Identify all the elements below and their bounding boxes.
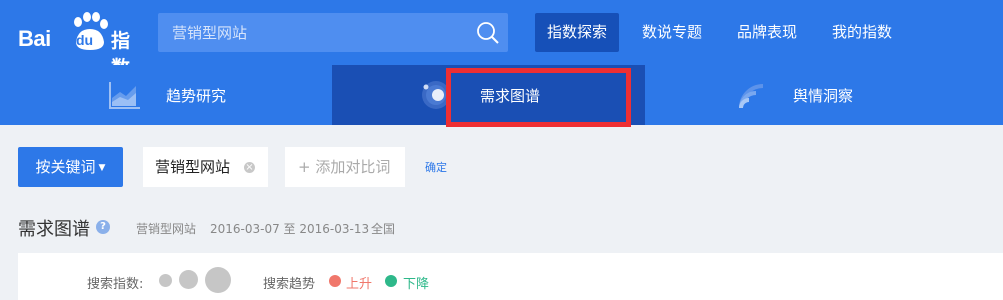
add-compare-keyword-button[interactable]: + 添加对比词 — [285, 147, 405, 187]
trend-down-dot — [385, 275, 397, 287]
nav-item-brand-performance[interactable]: 品牌表现 — [725, 13, 809, 52]
index-size-small-circle — [159, 274, 172, 287]
logo-du: du — [76, 32, 94, 48]
keyword-chip-label: 营销型网站 — [155, 158, 231, 176]
help-icon[interactable]: ? — [96, 220, 110, 234]
dropdown-label: 按关键词 — [35, 158, 96, 176]
tab-label: 舆情洞察 — [793, 87, 854, 105]
index-size-medium-circle — [179, 270, 198, 289]
top-bar: Bai du 指数 指数探索 数说专题 品牌表现 我的指数 — [0, 0, 1003, 79]
index-size-large-circle — [205, 267, 231, 293]
highlight-box — [446, 68, 631, 127]
keyword-chip[interactable]: 营销型网站 × — [143, 147, 268, 187]
meta-region: 全国 — [371, 222, 396, 236]
search-index-label: 搜索指数: — [87, 277, 144, 292]
tab-trend-research[interactable]: 趋势研究 — [0, 65, 332, 125]
logo-text: Bai — [18, 26, 51, 51]
caret-down-icon: ▼ — [98, 163, 106, 173]
meta-keyword: 营销型网站 — [136, 222, 197, 236]
trend-up-dot — [329, 275, 341, 287]
meta-date-range: 2016-03-07 至 2016-03-13 — [210, 222, 370, 236]
trend-down-label: 下降 — [403, 277, 430, 292]
section-title: 需求图谱 — [18, 219, 90, 240]
keyword-mode-dropdown[interactable]: 按关键词 ▼ — [18, 147, 123, 187]
trend-up-label: 上升 — [346, 277, 373, 292]
search-input[interactable] — [158, 13, 468, 52]
nav-item-data-topics[interactable]: 数说专题 — [630, 13, 714, 52]
search-box — [158, 13, 508, 52]
trend-chart-icon — [109, 82, 140, 109]
sentiment-signal-icon — [739, 84, 764, 109]
tab-label: 趋势研究 — [166, 87, 227, 105]
top-nav: 指数探索 数说专题 品牌表现 我的指数 — [535, 13, 915, 52]
search-icon[interactable] — [476, 21, 500, 45]
confirm-link[interactable]: 确定 — [425, 159, 447, 175]
tab-sentiment-insight[interactable]: 舆情洞察 — [645, 65, 1003, 125]
remove-keyword-icon[interactable]: × — [244, 162, 255, 173]
baidu-index-logo[interactable]: Bai du 指数 — [16, 12, 141, 79]
search-trend-label: 搜索趋势 — [263, 277, 316, 292]
nav-item-index-explore[interactable]: 指数探索 — [535, 13, 620, 52]
nav-item-my-index[interactable]: 我的指数 — [820, 13, 904, 52]
